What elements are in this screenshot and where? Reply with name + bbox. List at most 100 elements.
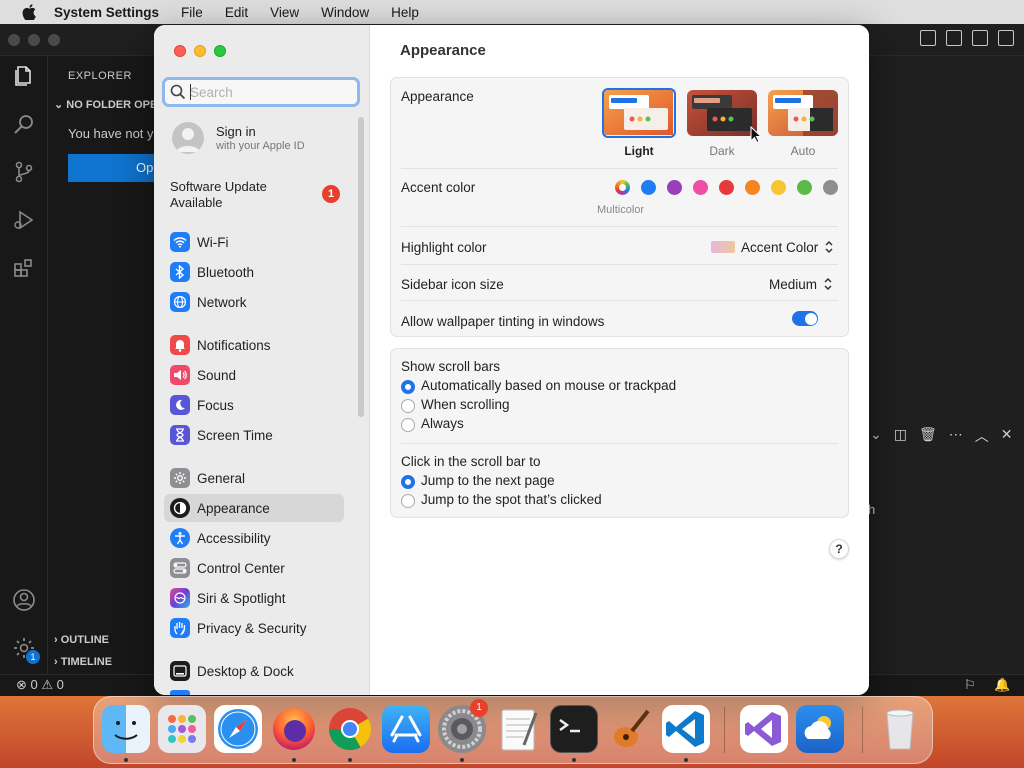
- accent-purple-option[interactable]: [667, 180, 682, 195]
- stepper-icon: [825, 240, 833, 254]
- sidebar-item-label: Accessibility: [197, 530, 271, 546]
- no-folder-section[interactable]: ⌄ NO FOLDER OPE: [54, 98, 157, 111]
- manage-badge: 1: [26, 650, 40, 664]
- sidebar-icon-size-popup[interactable]: Medium: [769, 275, 834, 293]
- vscode-icon[interactable]: [662, 705, 710, 753]
- sign-in-item[interactable]: Sign in with your Apple ID: [172, 122, 352, 156]
- close-button[interactable]: [174, 45, 186, 57]
- scroll-when-scrolling-radio[interactable]: [401, 399, 415, 413]
- accent-red-option[interactable]: [719, 180, 734, 195]
- extensions-icon[interactable]: [12, 256, 36, 280]
- sidebar-item-desktop-dock[interactable]: Desktop & Dock: [164, 657, 344, 685]
- run-debug-icon[interactable]: [12, 208, 36, 232]
- finder-icon[interactable]: [102, 705, 150, 753]
- textedit-icon[interactable]: [494, 705, 542, 753]
- sidebar-item-control-center[interactable]: Control Center: [164, 554, 344, 582]
- timeline-section[interactable]: › TIMELINE: [54, 656, 112, 668]
- toggle-secondary-sidebar-icon[interactable]: [972, 30, 988, 46]
- notifications-bell-icon[interactable]: 🔔: [994, 677, 1010, 693]
- customize-layout-icon[interactable]: [998, 30, 1014, 46]
- accent-pink-option[interactable]: [693, 180, 708, 195]
- problems-status[interactable]: ⊗ 0 ⚠ 0: [16, 677, 64, 693]
- launchpad-icon[interactable]: [158, 705, 206, 753]
- sidebar-scrollbar[interactable]: [358, 117, 364, 417]
- accent-multicolor-option[interactable]: [615, 180, 630, 195]
- chevron-down-icon[interactable]: ⌄: [870, 426, 882, 446]
- vscode-minimize-button[interactable]: [28, 34, 40, 46]
- panel-toolbar: ⌄ ◫ 🗑 ⋯ ︿ ✕: [870, 426, 1012, 446]
- menu-view[interactable]: View: [270, 5, 299, 20]
- outline-section[interactable]: › OUTLINE: [54, 634, 109, 646]
- gear-icon: [170, 468, 190, 488]
- accent-yellow-option[interactable]: [771, 180, 786, 195]
- search-input[interactable]: [190, 83, 350, 101]
- auto-mode-option[interactable]: [768, 90, 838, 136]
- menu-help[interactable]: Help: [391, 5, 419, 20]
- trash-icon[interactable]: [876, 705, 924, 753]
- search-icon[interactable]: [12, 112, 36, 136]
- jump-next-page-radio[interactable]: [401, 475, 415, 489]
- feedback-icon[interactable]: ⚐: [964, 677, 976, 693]
- accounts-icon[interactable]: [12, 588, 36, 612]
- split-panel-icon[interactable]: ◫: [894, 426, 907, 446]
- explorer-icon[interactable]: [12, 64, 36, 88]
- appearance-pane: Appearance Appearance Light Dark Auto Ac…: [370, 25, 869, 695]
- sidebar-item-network[interactable]: Network: [164, 288, 344, 316]
- chrome-icon[interactable]: [326, 705, 374, 753]
- weather-icon[interactable]: [796, 705, 844, 753]
- close-panel-icon[interactable]: ✕: [1001, 426, 1013, 446]
- scroll-always-radio[interactable]: [401, 418, 415, 432]
- source-control-icon[interactable]: [12, 160, 36, 184]
- app-store-icon[interactable]: [382, 705, 430, 753]
- help-button[interactable]: ?: [829, 539, 849, 559]
- vscode-close-button[interactable]: [8, 34, 20, 46]
- apple-logo-icon[interactable]: [18, 0, 40, 24]
- software-update-item[interactable]: Software Update Available 1: [170, 179, 340, 211]
- zoom-button[interactable]: [214, 45, 226, 57]
- menu-window[interactable]: Window: [321, 5, 369, 20]
- siri-icon: [170, 588, 190, 608]
- accent-color-label: Accent color: [401, 180, 476, 195]
- sidebar-item-screen-time[interactable]: Screen Time: [164, 421, 344, 449]
- sidebar-item-general[interactable]: General: [164, 464, 344, 492]
- sidebar-item-focus[interactable]: Focus: [164, 391, 344, 419]
- sidebar-item-sound[interactable]: Sound: [164, 361, 344, 389]
- more-icon[interactable]: ⋯: [949, 426, 963, 446]
- scroll-auto-radio[interactable]: [401, 380, 415, 394]
- menu-edit[interactable]: Edit: [225, 5, 248, 20]
- jump-to-spot-radio[interactable]: [401, 494, 415, 508]
- dock-icon: [170, 661, 190, 681]
- auto-mode-label: Auto: [790, 144, 816, 158]
- highlight-color-popup[interactable]: Accent Color: [711, 238, 835, 256]
- dark-mode-option[interactable]: [687, 90, 757, 136]
- visual-studio-icon[interactable]: [740, 705, 788, 753]
- sidebar-item-privacy-security[interactable]: Privacy & Security: [164, 614, 344, 642]
- vscode-zoom-button[interactable]: [48, 34, 60, 46]
- garageband-icon[interactable]: [606, 705, 654, 753]
- accent-green-option[interactable]: [797, 180, 812, 195]
- firefox-icon[interactable]: [270, 705, 318, 753]
- selected-indicator: [619, 184, 626, 191]
- sidebar-item-bluetooth[interactable]: Bluetooth: [164, 258, 344, 286]
- sidebar-item-appearance[interactable]: Appearance: [164, 494, 344, 522]
- trash-icon[interactable]: 🗑: [919, 426, 937, 446]
- maximize-panel-icon[interactable]: ︿: [975, 426, 989, 446]
- accent-graphite-option[interactable]: [823, 180, 838, 195]
- search-field[interactable]: [162, 77, 360, 107]
- wallpaper-tinting-toggle[interactable]: [792, 311, 818, 326]
- sidebar-item-accessibility[interactable]: Accessibility: [164, 524, 344, 552]
- sidebar-item-notifications[interactable]: Notifications: [164, 331, 344, 359]
- open-folder-button[interactable]: Op: [68, 154, 168, 182]
- accent-orange-option[interactable]: [745, 180, 760, 195]
- accent-blue-option[interactable]: [641, 180, 656, 195]
- toggle-primary-sidebar-icon[interactable]: [920, 30, 936, 46]
- toggle-panel-icon[interactable]: [946, 30, 962, 46]
- safari-icon[interactable]: [214, 705, 262, 753]
- minimize-button[interactable]: [194, 45, 206, 57]
- light-mode-option[interactable]: [602, 88, 676, 138]
- menu-file[interactable]: File: [181, 5, 203, 20]
- terminal-icon[interactable]: [550, 705, 598, 753]
- menu-app-name[interactable]: System Settings: [54, 5, 159, 20]
- sidebar-item-wifi[interactable]: Wi-Fi: [164, 228, 344, 256]
- sidebar-item-siri-spotlight[interactable]: Siri & Spotlight: [164, 584, 344, 612]
